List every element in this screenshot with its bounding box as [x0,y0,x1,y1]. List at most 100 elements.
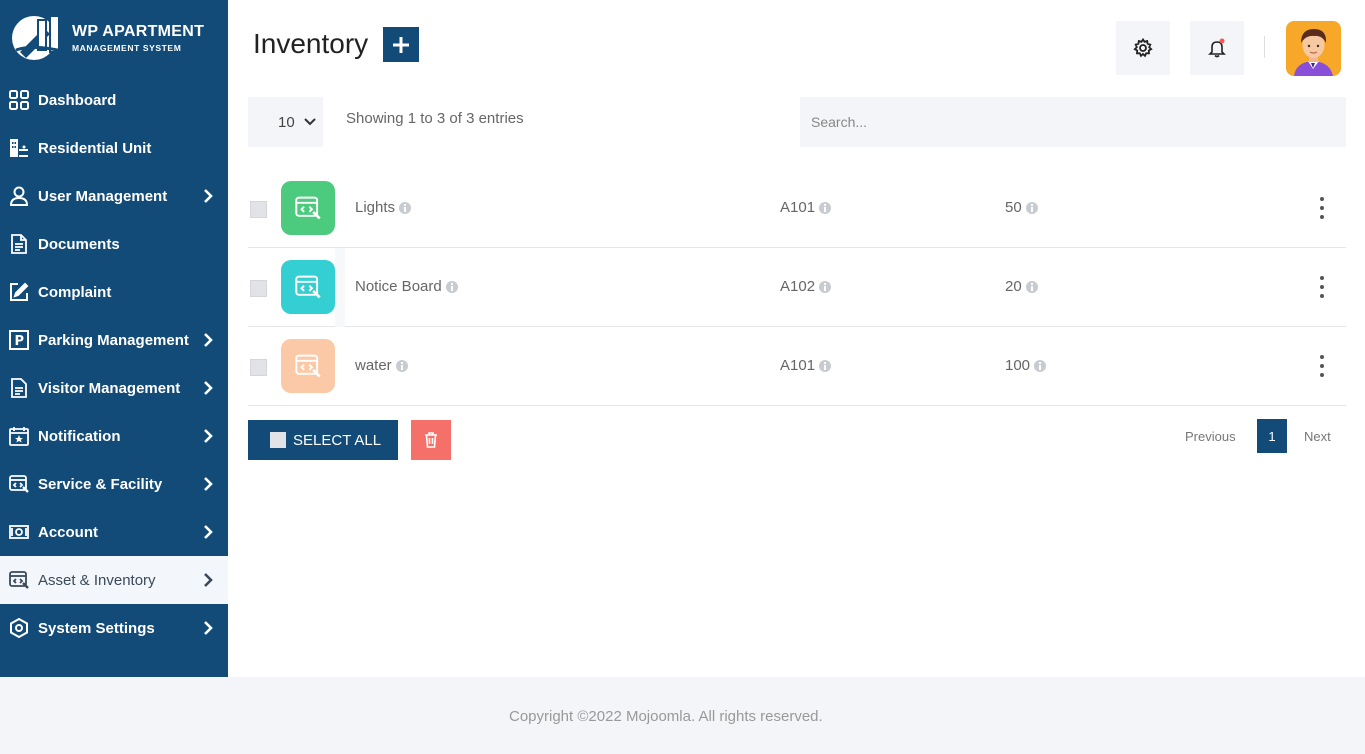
parking-icon: P [8,329,30,351]
settings-hex-icon [8,617,30,639]
sidebar-item-asset-inventory[interactable]: Asset & Inventory [0,556,228,604]
calendar-star-icon [8,425,30,447]
info-icon[interactable] [445,280,458,293]
sidebar-item-label: Parking Management [38,331,189,349]
info-icon[interactable] [1025,280,1038,293]
sidebar-nav: Dashboard Residential Unit User Manageme… [0,76,228,652]
unit-cell: A101 [780,199,832,216]
sidebar-item-label: Visitor Management [38,379,181,397]
gear-icon [1133,38,1153,58]
sidebar-item-documents[interactable]: Documents [0,220,228,268]
row-checkbox[interactable] [250,359,267,376]
quantity-cell: 20 [1005,278,1038,295]
info-icon[interactable] [395,359,408,372]
delete-selected-button[interactable] [411,420,451,460]
row-actions-menu-icon[interactable] [1316,195,1328,221]
table-row: Lights A101 50 [248,169,1346,248]
service-icon [295,196,321,220]
search-input[interactable] [800,97,1346,147]
add-inventory-button[interactable] [383,27,419,62]
info-icon[interactable] [1034,359,1047,372]
header-divider [1264,36,1265,58]
quantity-value: 100 [1005,357,1031,374]
info-icon[interactable] [819,280,832,293]
brand-title: WP APARTMENT [72,23,205,40]
chevron-right-icon [204,333,213,347]
select-all-button[interactable]: SELECT ALL [248,420,398,460]
sidebar-item-visitor-management[interactable]: Visitor Management [0,364,228,412]
footer: Copyright ©2022 Mojoomla. All rights res… [0,677,1365,754]
sidebar-item-account[interactable]: Account [0,508,228,556]
select-all-checkbox[interactable] [270,432,286,448]
dashboard-grid-icon [8,89,30,111]
sidebar-item-dashboard[interactable]: Dashboard [0,76,228,124]
trash-icon [425,432,437,448]
row-thumbnail-backdrop [335,248,345,327]
info-icon[interactable] [819,201,832,214]
info-icon[interactable] [819,359,832,372]
sidebar-item-service-facility[interactable]: Service & Facility [0,460,228,508]
page-title: Inventory [253,28,369,59]
quantity-cell: 100 [1005,357,1047,374]
pagination-next[interactable]: Next [1304,429,1331,444]
pagination-page-1[interactable]: 1 [1257,419,1287,453]
avatar[interactable] [1286,21,1341,76]
service-icon [295,354,321,378]
service-icon [295,275,321,299]
sidebar-item-system-settings[interactable]: System Settings [0,604,228,652]
chevron-right-icon [204,429,213,443]
sidebar-item-label: Complaint [38,283,112,301]
item-name-cell: Notice Board [355,278,458,295]
table-row: Notice Board A102 20 [248,248,1346,327]
select-all-label: SELECT ALL [293,431,382,449]
edit-icon [8,281,30,303]
item-name: water [355,357,392,374]
money-icon [8,521,30,543]
notifications-button[interactable] [1190,21,1244,75]
chevron-right-icon [204,573,213,587]
chevron-right-icon [204,525,213,539]
sidebar-item-residential-unit[interactable]: Residential Unit [0,124,228,172]
service-icon [8,473,30,495]
user-icon [8,185,30,207]
sidebar-item-parking-management[interactable]: P Parking Management [0,316,228,364]
sidebar-item-label: Notification [38,427,121,445]
document-icon [8,233,30,255]
app-logo[interactable]: WP APARTMENT MANAGEMENT SYSTEM [10,12,220,64]
settings-button[interactable] [1116,21,1170,75]
sidebar-item-complaint[interactable]: Complaint [0,268,228,316]
unit-cell: A102 [780,278,832,295]
row-actions-menu-icon[interactable] [1316,353,1328,379]
sidebar-item-label: Residential Unit [38,139,152,157]
sidebar-item-label: Account [38,523,98,541]
copyright-text: Copyright ©2022 Mojoomla. All rights res… [509,708,823,725]
sidebar-item-label: System Settings [38,619,155,637]
plus-icon [393,36,409,53]
sidebar-item-user-management[interactable]: User Management [0,172,228,220]
logo-building-icon [12,15,67,60]
unit-value: A102 [780,278,816,295]
row-actions-menu-icon[interactable] [1316,274,1328,300]
unit-value: A101 [780,357,816,374]
page-length-select[interactable]: 10 [248,97,323,147]
quantity-cell: 50 [1005,199,1038,216]
row-checkbox[interactable] [250,280,267,297]
sidebar-item-label: Asset & Inventory [38,571,156,589]
row-checkbox[interactable] [250,201,267,218]
chevron-right-icon [204,621,213,635]
pagination-previous[interactable]: Previous [1185,429,1236,444]
entries-info: Showing 1 to 3 of 3 entries [346,110,524,127]
item-name: Notice Board [355,278,442,295]
chevron-right-icon [204,381,213,395]
info-icon[interactable] [1025,201,1038,214]
item-name-cell: water [355,357,408,374]
quantity-value: 20 [1005,278,1022,295]
sidebar: WP APARTMENT MANAGEMENT SYSTEM Dashboard… [0,0,228,677]
item-thumbnail [281,181,335,235]
page-length-value: 10 [278,113,295,131]
sidebar-item-notification[interactable]: Notification [0,412,228,460]
info-icon[interactable] [399,201,412,214]
chevron-right-icon [204,189,213,203]
chevron-down-icon [303,118,316,126]
quantity-value: 50 [1005,199,1022,216]
